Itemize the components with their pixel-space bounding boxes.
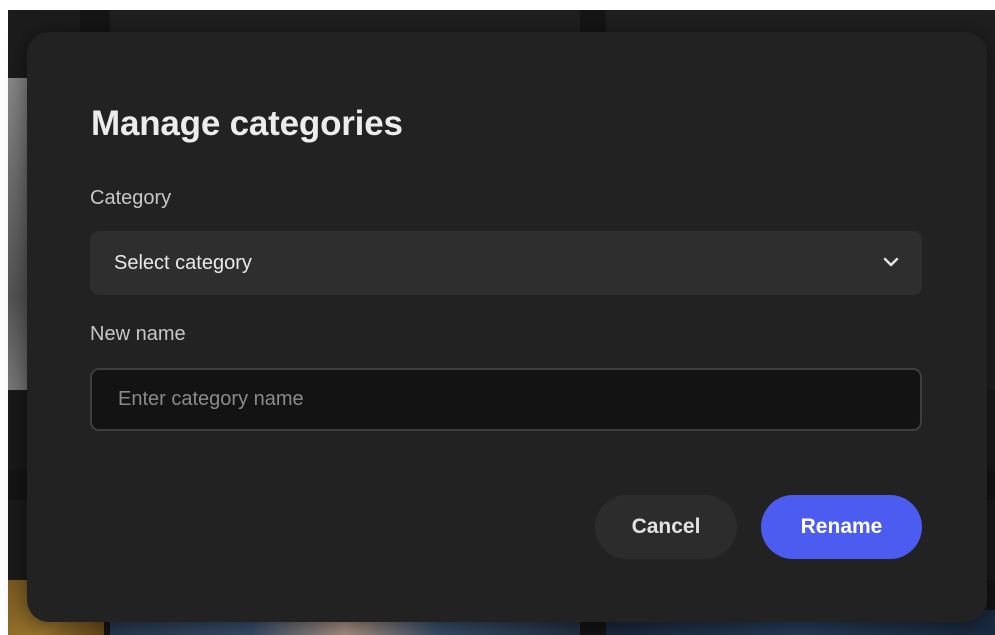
category-select-value: Select category — [114, 252, 252, 274]
dialog-title: Manage categories — [91, 104, 403, 143]
manage-categories-dialog: Manage categories Category Select catego… — [27, 32, 987, 622]
rename-button[interactable]: Rename — [761, 495, 922, 559]
new-name-label: New name — [90, 323, 186, 345]
app-window: Manage categories Category Select catego… — [0, 0, 995, 635]
new-name-input[interactable] — [90, 368, 922, 431]
chevron-down-icon — [883, 257, 899, 267]
category-select[interactable]: Select category — [90, 231, 922, 295]
category-label: Category — [90, 187, 172, 209]
cancel-button[interactable]: Cancel — [595, 495, 737, 559]
